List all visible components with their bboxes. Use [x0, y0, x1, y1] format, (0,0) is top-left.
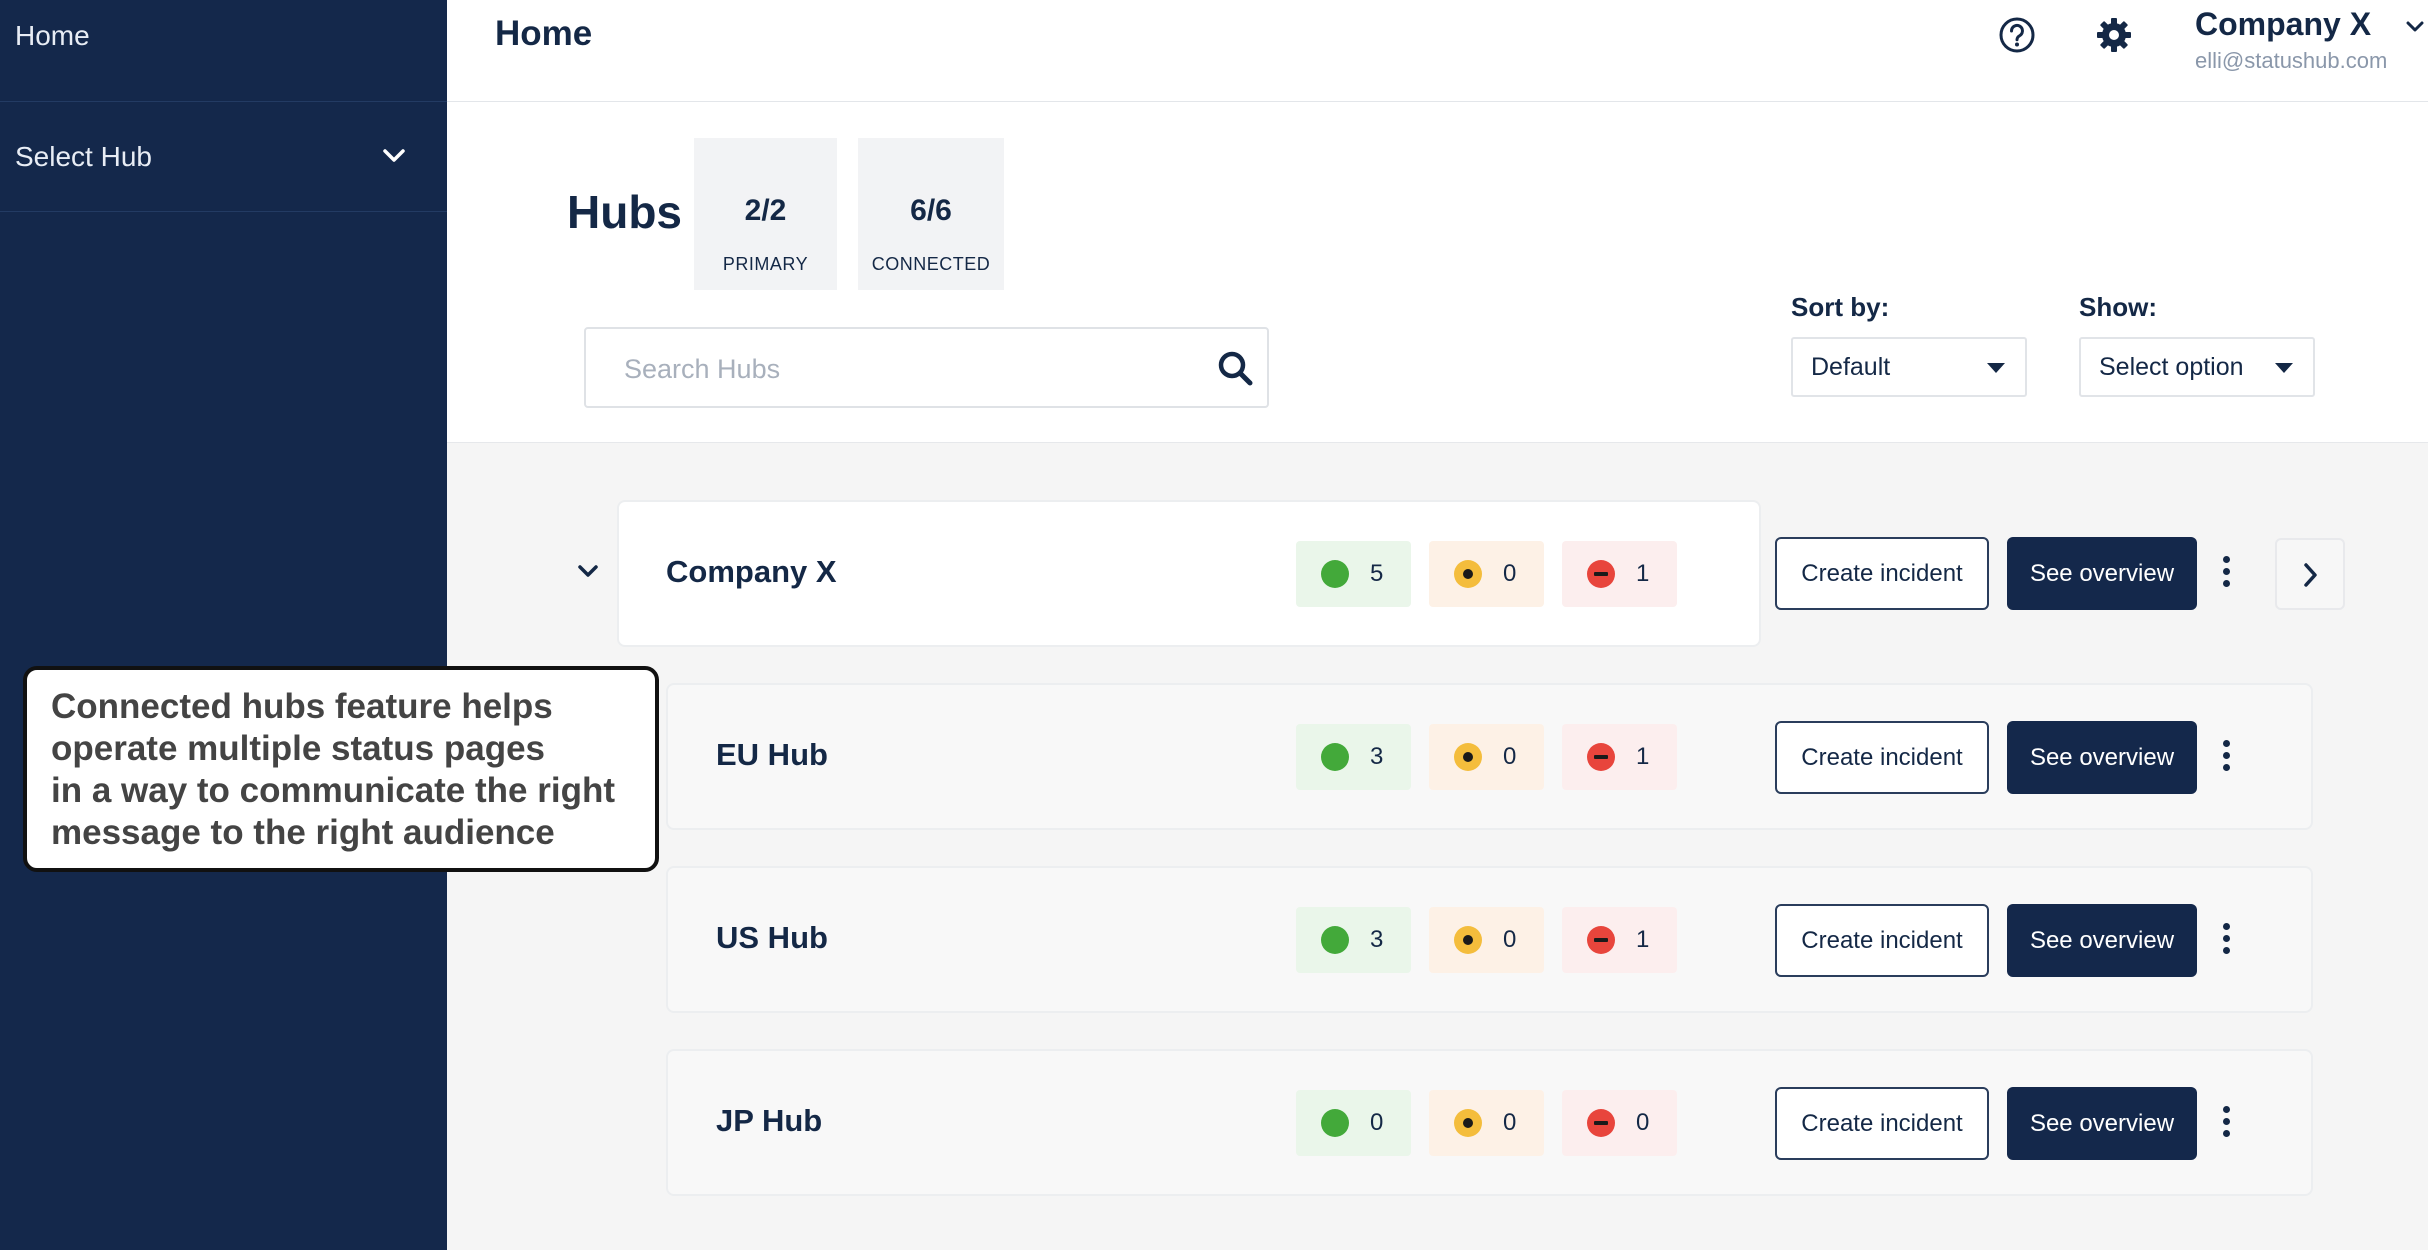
account-name: Company X [2195, 6, 2372, 42]
operational-badge: 3 [1296, 907, 1411, 973]
outage-badge: 1 [1562, 907, 1677, 973]
degraded-dot-icon [1454, 926, 1482, 954]
hubs-summary: Hubs 2/2 PRIMARY 6/6 CONNECTED Sort by: … [447, 103, 2428, 443]
sidebar-item-home[interactable]: Home [0, 0, 447, 102]
account-menu[interactable]: Company X elli@statushub.com [2195, 4, 2425, 74]
degraded-count: 0 [1503, 743, 1517, 770]
see-overview-button[interactable]: See overview [2007, 1087, 2197, 1160]
operational-badge: 5 [1296, 541, 1411, 607]
outage-badge: 0 [1562, 1090, 1677, 1156]
operational-count: 3 [1370, 926, 1384, 953]
operational-badge: 3 [1296, 724, 1411, 790]
hub-row-jp: JP Hub 0 0 0 Create incident See overvie… [666, 1049, 2313, 1196]
chevron-down-icon[interactable] [577, 564, 599, 578]
degraded-dot-icon [1454, 743, 1482, 771]
callout-line: operate multiple status pages [51, 729, 546, 768]
sidebar-item-label: Home [15, 20, 90, 51]
sort-by-label: Sort by: [1791, 292, 1890, 322]
caret-down-icon [2275, 363, 2293, 373]
primary-stat-label: PRIMARY [722, 254, 809, 274]
see-overview-button[interactable]: See overview [2007, 904, 2197, 977]
operational-dot-icon [1321, 1109, 1349, 1137]
page-title: Home [495, 14, 593, 53]
caret-down-icon [1987, 363, 2005, 373]
create-incident-button[interactable]: Create incident [1775, 904, 1989, 977]
chevron-down-icon [383, 149, 405, 162]
connected-stat-value: 6/6 [910, 194, 952, 227]
show-select[interactable]: Select option [2079, 337, 2315, 397]
sort-by-select[interactable]: Default [1791, 337, 2027, 397]
hubs-title: Hubs [567, 186, 682, 238]
see-overview-button[interactable]: See overview [2007, 721, 2197, 794]
degraded-badge: 0 [1429, 1090, 1544, 1156]
chevron-down-icon [2406, 21, 2424, 32]
search-input[interactable] [624, 349, 1184, 389]
outage-badge: 1 [1562, 541, 1677, 607]
select-hub-label: Select Hub [15, 141, 152, 172]
kebab-menu-icon[interactable] [2220, 923, 2232, 957]
hub-name: EU Hub [716, 737, 828, 772]
question-circle-icon[interactable] [1998, 16, 2036, 54]
hub-name: JP Hub [716, 1103, 823, 1138]
outage-badge: 1 [1562, 724, 1677, 790]
operational-dot-icon [1321, 926, 1349, 954]
connected-stat-label: CONNECTED [871, 254, 991, 274]
create-incident-button[interactable]: Create incident [1775, 721, 1989, 794]
outage-minus-icon [1587, 743, 1615, 771]
sort-by-value: Default [1811, 353, 1891, 381]
show-value: Select option [2099, 353, 2244, 381]
outage-count: 1 [1636, 743, 1650, 770]
hub-name: US Hub [716, 920, 828, 955]
hub-name: Company X [666, 554, 837, 589]
connected-stat: 6/6 CONNECTED [858, 138, 1004, 290]
degraded-badge: 0 [1429, 541, 1544, 607]
hub-row-eu: EU Hub 3 0 1 Create incident See overvie… [666, 683, 2313, 830]
kebab-menu-icon[interactable] [2220, 740, 2232, 774]
operational-badge: 0 [1296, 1090, 1411, 1156]
sidebar: Home Select Hub [0, 0, 447, 1250]
operational-dot-icon [1321, 560, 1349, 588]
degraded-badge: 0 [1429, 907, 1544, 973]
callout-line: message to the right audience [51, 813, 555, 852]
degraded-dot-icon [1454, 1109, 1482, 1137]
outage-minus-icon [1587, 1109, 1615, 1137]
hub-row-company-x: Company X 5 0 1 [617, 500, 1761, 647]
see-overview-button[interactable]: See overview [2007, 537, 2197, 610]
top-header: Home Company X elli@statushub.com [447, 0, 2428, 102]
callout-text: Connected hubs feature helps operate mul… [51, 686, 651, 854]
kebab-menu-icon[interactable] [2220, 556, 2232, 590]
degraded-count: 0 [1503, 560, 1517, 587]
outage-count: 1 [1636, 560, 1650, 587]
select-hub-dropdown[interactable]: Select Hub [0, 102, 447, 212]
callout-line: Connected hubs feature helps [51, 687, 553, 726]
kebab-menu-icon[interactable] [2220, 1106, 2232, 1140]
search-icon[interactable] [1216, 349, 1254, 387]
callout-line: in a way to communicate the right [51, 771, 615, 810]
degraded-count: 0 [1503, 1109, 1517, 1136]
create-incident-button[interactable]: Create incident [1775, 537, 1989, 610]
show-label: Show: [2079, 292, 2157, 322]
create-incident-button[interactable]: Create incident [1775, 1087, 1989, 1160]
next-button[interactable] [2275, 538, 2345, 610]
primary-stat: 2/2 PRIMARY [694, 138, 837, 290]
operational-count: 0 [1370, 1109, 1384, 1136]
operational-count: 5 [1370, 560, 1384, 587]
outage-minus-icon [1587, 560, 1615, 588]
degraded-count: 0 [1503, 926, 1517, 953]
feature-callout: Connected hubs feature helps operate mul… [23, 666, 659, 872]
degraded-badge: 0 [1429, 724, 1544, 790]
chevron-right-icon [2304, 563, 2317, 587]
hub-list: Company X 5 0 1 Create incident See over… [447, 443, 2428, 1250]
operational-dot-icon [1321, 743, 1349, 771]
search-box [584, 327, 1269, 408]
primary-stat-value: 2/2 [744, 194, 787, 227]
outage-minus-icon [1587, 926, 1615, 954]
account-email: elli@statushub.com [2195, 48, 2388, 73]
hub-row-us: US Hub 3 0 1 Create incident See overvie… [666, 866, 2313, 1013]
operational-count: 3 [1370, 743, 1384, 770]
outage-count: 0 [1636, 1109, 1650, 1136]
degraded-dot-icon [1454, 560, 1482, 588]
gear-icon[interactable] [2095, 16, 2133, 54]
outage-count: 1 [1636, 926, 1650, 953]
